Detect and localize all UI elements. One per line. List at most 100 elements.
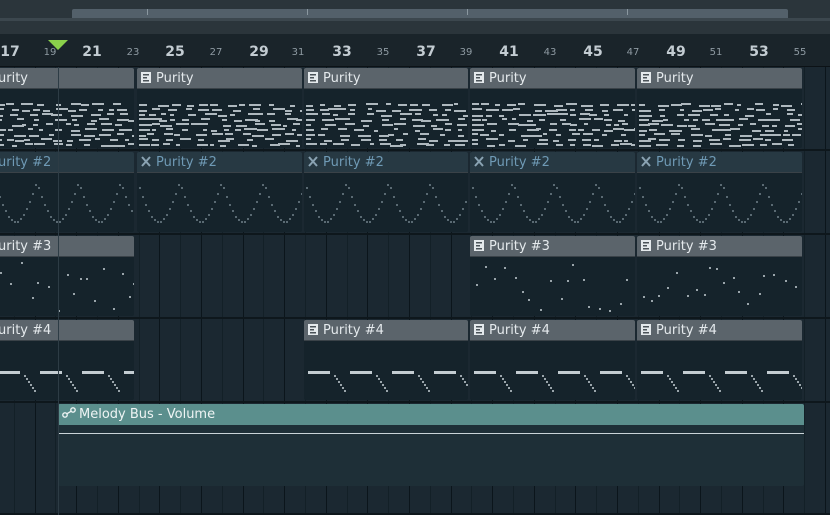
- clip-header[interactable]: Purity #2: [137, 152, 302, 173]
- note-mark: [6, 103, 14, 105]
- note-mark: [95, 219, 97, 221]
- note-mark: [684, 196, 686, 198]
- clip-header[interactable]: Purity #2: [304, 152, 468, 173]
- note-mark: [528, 299, 530, 301]
- note-mark: [577, 221, 579, 223]
- note-mark: [175, 193, 177, 195]
- pattern-clip[interactable]: Purity #3: [470, 236, 635, 316]
- note-mark: [217, 193, 219, 195]
- clip-header[interactable]: Melody Bus - Volume: [58, 404, 804, 425]
- clip-header[interactable]: urity #4: [0, 320, 134, 341]
- note-mark: [70, 381, 72, 383]
- note-mark: [220, 184, 222, 186]
- note-mark: [66, 144, 72, 146]
- horizontal-scrollbar[interactable]: [0, 0, 830, 34]
- timeline-ruler[interactable]: 17 19 21 23 25 27 29 31 33 35 37 39 41 43 45 47 49 51 53 55: [0, 34, 830, 67]
- note-mark: [705, 135, 712, 137]
- clip-header[interactable]: urity: [0, 68, 134, 89]
- pattern-clip[interactable]: Purity: [137, 68, 302, 148]
- muted-x-icon: [308, 156, 318, 167]
- pattern-clip[interactable]: Purity #2: [304, 152, 468, 232]
- clip-header[interactable]: Purity #2: [637, 152, 802, 173]
- bar-number: 51: [709, 47, 723, 58]
- note-mark: [502, 208, 504, 210]
- clip-header[interactable]: Purity #2: [470, 152, 635, 173]
- note-mark: [345, 184, 347, 186]
- note-mark: [187, 204, 189, 206]
- note-mark: [765, 187, 767, 189]
- note-mark: [613, 219, 615, 221]
- grid-line: [347, 235, 348, 319]
- pattern-clip[interactable]: Purity #4: [637, 320, 802, 400]
- clip-header[interactable]: urity #3: [0, 236, 134, 257]
- note-mark: [62, 218, 64, 220]
- pattern-clip[interactable]: Purity #3: [637, 236, 802, 316]
- note-mark: [59, 221, 61, 223]
- note-mark: [464, 381, 466, 383]
- note-mark: [632, 109, 635, 111]
- note-mark: [0, 139, 2, 141]
- note-mark: [99, 118, 109, 120]
- note-mark: [392, 110, 401, 112]
- note-mark: [210, 104, 218, 106]
- pattern-clip[interactable]: urity #3: [0, 236, 134, 316]
- note-mark: [678, 139, 685, 141]
- pattern-clip[interactable]: urity #4: [0, 320, 134, 400]
- clip-header[interactable]: Purity #4: [304, 320, 468, 341]
- piano-roll-icon: [641, 240, 651, 251]
- playhead-marker-icon[interactable]: [48, 40, 68, 50]
- note-mark: [65, 214, 67, 216]
- bar-number: 53: [749, 44, 769, 60]
- clip-header[interactable]: Purity: [304, 68, 468, 89]
- pattern-clip[interactable]: Purity #4: [304, 320, 468, 400]
- pattern-clip[interactable]: Purity: [470, 68, 635, 148]
- note-mark: [724, 114, 729, 116]
- clip-header[interactable]: Purity: [137, 68, 302, 89]
- clip-header[interactable]: Purity #4: [470, 320, 635, 341]
- pattern-clip[interactable]: Purity: [637, 68, 802, 148]
- note-mark: [252, 135, 264, 137]
- note-mark: [724, 103, 733, 105]
- note-mark: [235, 129, 241, 131]
- note-mark: [586, 378, 588, 380]
- note-mark: [234, 120, 242, 122]
- note-mark: [376, 110, 386, 112]
- clip-header[interactable]: urity #2: [0, 152, 134, 173]
- note-mark: [432, 187, 434, 189]
- grid-line: [180, 319, 181, 403]
- note-mark: [440, 134, 445, 136]
- pattern-clip[interactable]: Purity #2: [637, 152, 802, 232]
- note-mark: [351, 144, 360, 146]
- note-mark: [788, 144, 794, 146]
- clip-header[interactable]: Purity #4: [637, 320, 802, 341]
- pattern-clip[interactable]: urity: [0, 68, 134, 148]
- note-mark: [381, 115, 392, 117]
- automation-clip[interactable]: Melody Bus - Volume: [58, 404, 804, 486]
- note-mark: [710, 143, 722, 145]
- clip-header[interactable]: Purity: [637, 68, 802, 89]
- pattern-clip[interactable]: Purity: [304, 68, 468, 148]
- note-mark: [49, 134, 54, 136]
- note-mark: [239, 104, 245, 106]
- note-mark: [582, 139, 591, 141]
- pattern-clip[interactable]: Purity #4: [470, 320, 635, 400]
- note-mark: [400, 144, 406, 146]
- note-mark: [297, 134, 302, 136]
- bar-number: 31: [291, 47, 305, 58]
- note-mark: [340, 384, 342, 386]
- pattern-clip[interactable]: Purity #2: [470, 152, 635, 232]
- note-mark: [676, 272, 678, 274]
- pattern-clip[interactable]: urity #2: [0, 152, 134, 232]
- note-mark: [487, 219, 489, 221]
- clip-header[interactable]: Purity: [470, 68, 635, 89]
- note-mark: [163, 143, 170, 145]
- note-mark: [186, 108, 192, 110]
- clip-header[interactable]: Purity #3: [637, 236, 802, 257]
- note-mark: [767, 371, 789, 374]
- clip-header[interactable]: Purity #3: [470, 236, 635, 257]
- pattern-clip[interactable]: Purity #2: [137, 152, 302, 232]
- note-mark: [198, 139, 204, 141]
- clip-label: urity #2: [0, 155, 52, 170]
- note-mark: [306, 105, 313, 107]
- note-mark: [190, 210, 192, 212]
